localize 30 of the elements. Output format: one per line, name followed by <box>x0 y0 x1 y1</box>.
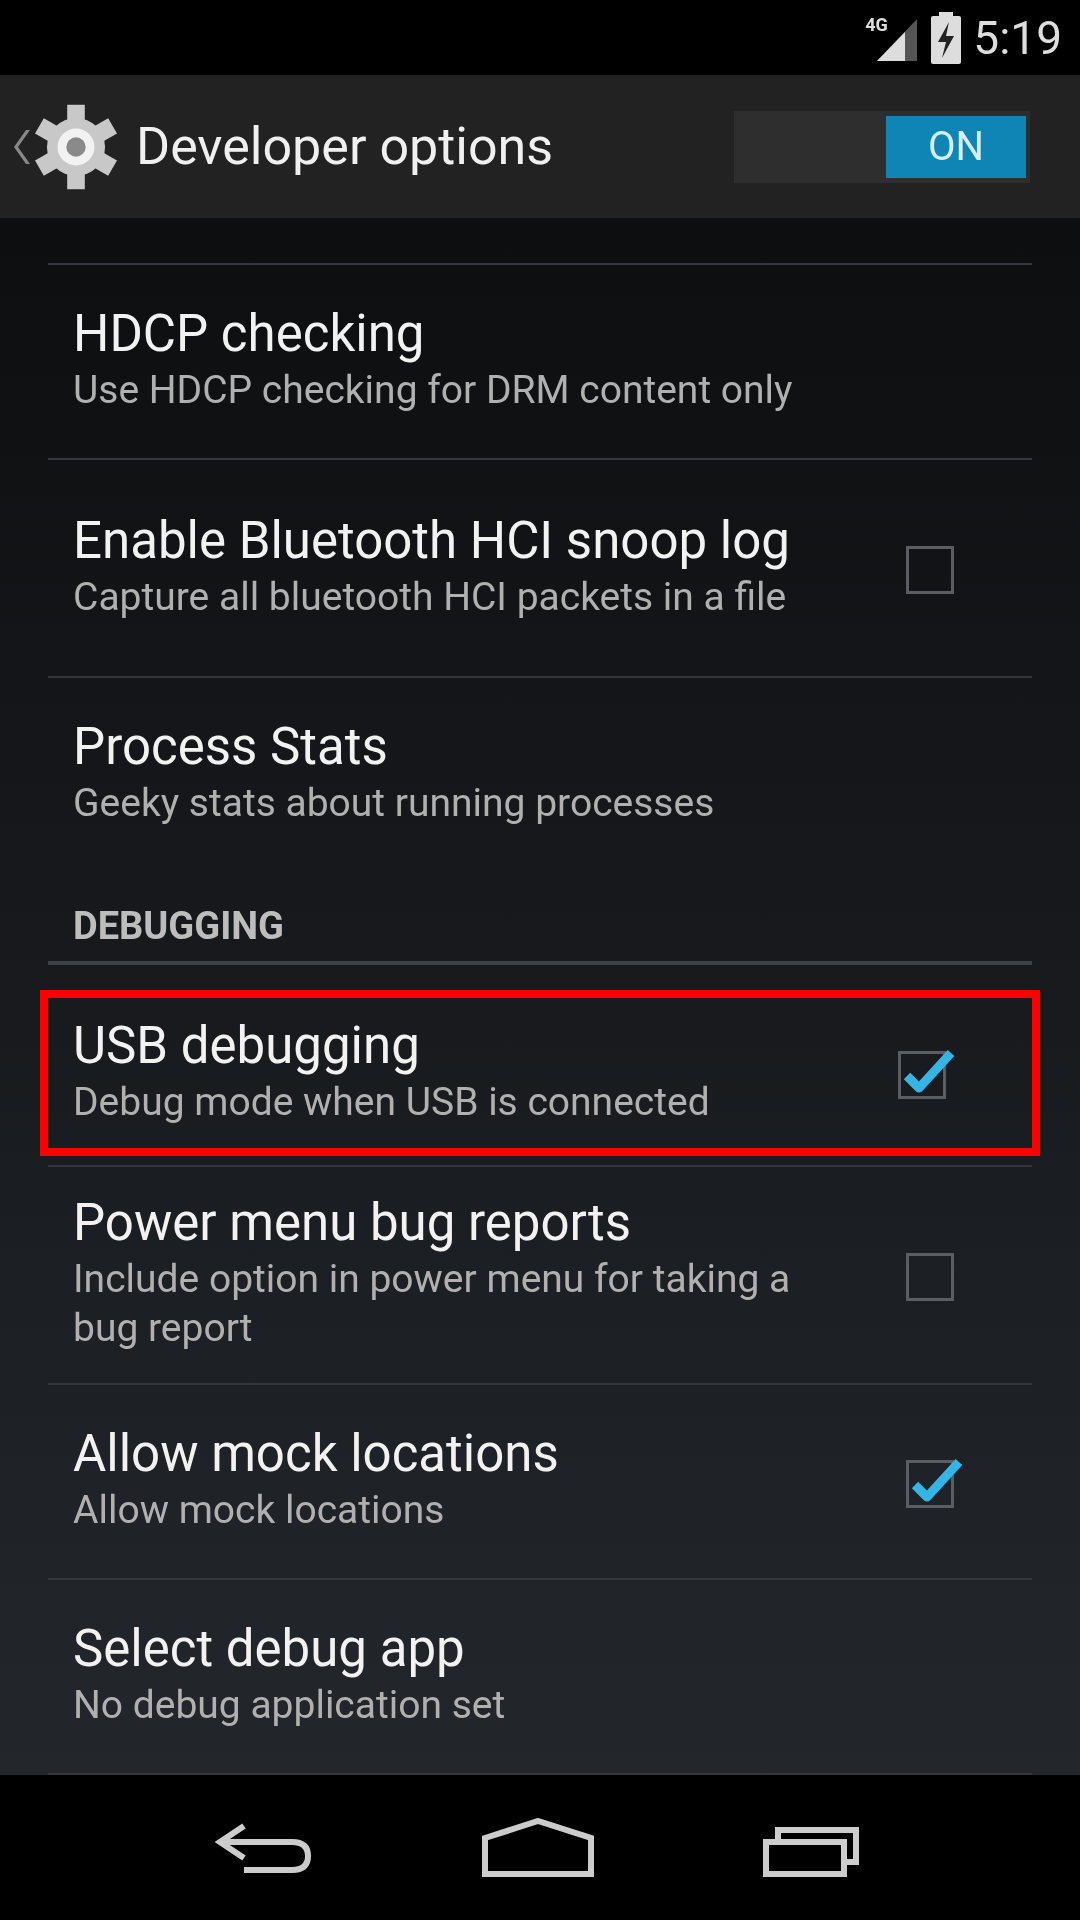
setting-title: Process Stats <box>73 716 389 778</box>
setting-title: Power menu bug reports <box>73 1192 633 1254</box>
setting-title: HDCP checking <box>73 303 426 365</box>
highlighted-setting-row[interactable]: USB debugging Debug mode when USB is connected <box>40 990 1040 1156</box>
setting-title: USB debugging <box>73 1014 421 1077</box>
setting-row[interactable]: Enable Bluetooth HCI snoop log Capture all bluetooth HCI packets in a file <box>0 460 1080 676</box>
clock-time: 5:19 <box>973 14 1062 61</box>
setting-title: Select debug app <box>73 1618 466 1680</box>
network-label: 4G <box>865 13 889 37</box>
setting-summary: Capture all bluetooth HCI packets in a file <box>73 572 788 622</box>
switch-thumb: ON <box>886 115 1026 178</box>
setting-title: Allow mock locations <box>73 1423 560 1485</box>
setting-summary: Geeky stats about running processes <box>73 779 716 828</box>
setting-summary: Use HDCP checking for DRM content only <box>73 366 794 415</box>
gear-icon <box>32 102 120 191</box>
section-header: DEBUGGING <box>72 903 285 950</box>
setting-summary: Include option in power menu for taking a bug report <box>73 1255 792 1353</box>
back-caret-icon <box>12 129 30 164</box>
setting-summary: Allow mock locations <box>73 1486 446 1535</box>
setting-summary: No debug application set <box>73 1681 507 1730</box>
setting-row[interactable]: Process Stats Geeky stats about running processes <box>0 678 1080 871</box>
setting-summary: Debug mode when USB is connected <box>73 1077 711 1127</box>
setting-row[interactable]: HDCP checking Use HDCP checking for DRM content only <box>0 265 1080 458</box>
setting-title: Enable Bluetooth HCI snoop log <box>73 509 791 572</box>
screen-title: Developer options <box>136 114 554 179</box>
setting-row[interactable]: Power menu bug reports Include option in power menu for taking a bug report <box>0 1167 1080 1383</box>
setting-row[interactable]: Allow mock locations Allow mock locations <box>0 1385 1080 1578</box>
battery-charging-icon <box>929 11 964 64</box>
home-button[interactable] <box>481 1817 595 1878</box>
setting-row[interactable]: Select debug app No debug application set <box>0 1580 1080 1773</box>
